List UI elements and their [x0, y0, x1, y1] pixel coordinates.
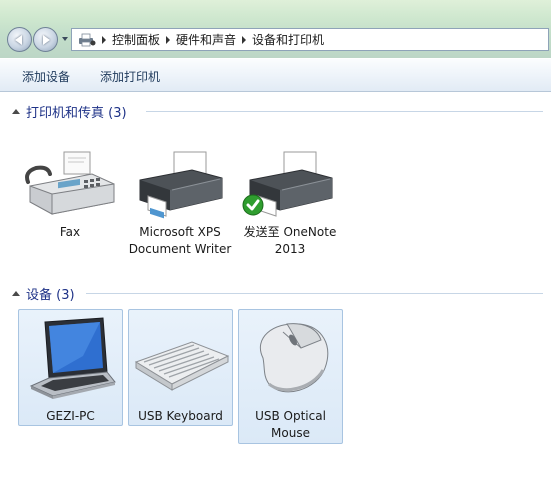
- add-device-button[interactable]: 添加设备: [22, 68, 70, 85]
- add-printer-button[interactable]: 添加打印机: [100, 68, 160, 85]
- recent-pages-dropdown-icon[interactable]: [62, 37, 68, 41]
- back-button[interactable]: [7, 27, 32, 52]
- address-bar[interactable]: 控制面板 硬件和声音 设备和打印机: [71, 28, 549, 51]
- breadcrumb-separator-icon[interactable]: [166, 35, 171, 44]
- printers-group-header[interactable]: 打印机和传真 (3): [0, 100, 551, 122]
- group-divider: [146, 111, 543, 112]
- device-xps-writer[interactable]: Microsoft XPS Document Writer: [128, 150, 232, 274]
- breadcrumb-separator-icon[interactable]: [242, 35, 247, 44]
- command-bar: 添加设备 添加打印机: [0, 58, 551, 92]
- content-pane: 打印机和传真 (3) Fax Microsoft XPS Document Wr…: [0, 92, 551, 477]
- devices-group-title: 设备 (3): [26, 287, 75, 303]
- device-computer[interactable]: GEZI-PC: [18, 309, 123, 426]
- mouse-icon: [239, 318, 342, 404]
- printer-icon: [128, 150, 232, 220]
- device-label: Fax: [59, 225, 81, 239]
- device-label: USB Optical Mouse: [255, 409, 326, 440]
- collapse-arrow-icon[interactable]: [12, 290, 20, 296]
- keyboard-icon: [129, 332, 232, 396]
- device-label: GEZI-PC: [46, 409, 95, 423]
- collapse-arrow-icon[interactable]: [12, 108, 20, 114]
- fax-machine-icon: [18, 150, 122, 220]
- breadcrumb-control-panel[interactable]: 控制面板: [112, 31, 160, 48]
- breadcrumb-hardware-sound[interactable]: 硬件和声音: [176, 31, 236, 48]
- breadcrumb-separator-icon[interactable]: [102, 35, 106, 44]
- device-mouse[interactable]: USB Optical Mouse: [238, 309, 343, 444]
- device-keyboard[interactable]: USB Keyboard: [128, 309, 233, 426]
- breadcrumb-devices-printers[interactable]: 设备和打印机: [252, 31, 324, 48]
- devices-printers-icon: [78, 33, 96, 47]
- default-checkmark-icon: [242, 194, 264, 219]
- device-fax[interactable]: Fax: [18, 150, 122, 246]
- device-label: USB Keyboard: [138, 409, 223, 423]
- back-arrow-icon: [15, 34, 22, 45]
- device-onenote-printer[interactable]: 发送至 OneNote 2013: [238, 150, 342, 258]
- device-label: Microsoft XPS Document Writer: [128, 225, 232, 256]
- devices-group-header[interactable]: 设备 (3): [0, 282, 551, 304]
- laptop-icon: [19, 316, 122, 400]
- printers-group-title: 打印机和传真 (3): [26, 105, 127, 121]
- navigation-bar: 控制面板 硬件和声音 设备和打印机: [0, 0, 551, 58]
- forward-arrow-icon: [43, 34, 50, 45]
- device-label: 发送至 OneNote 2013: [243, 225, 337, 256]
- group-divider: [86, 293, 543, 294]
- forward-button[interactable]: [33, 27, 58, 52]
